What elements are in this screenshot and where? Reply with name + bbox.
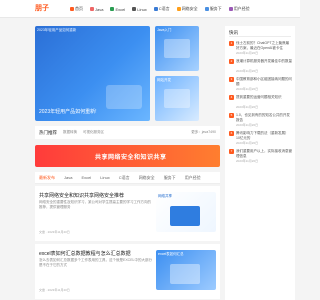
category-tabs: 最新发布 Java Excel Linux C语言 网络安全 服务下 用户经验 (35, 172, 220, 184)
article-meta: 文章 · 2023年11月20日 (39, 288, 70, 292)
hot-tag[interactable]: 可视化服务区 (83, 130, 104, 135)
news-item[interactable]: 3 中国教育部和小区组团接纳问题的问题 2023年11月20日 (229, 77, 292, 95)
banner-text: 共享网络安全和知识共享 (95, 155, 167, 161)
article-title[interactable]: 共享网络安全和知识共享网络安全推荐 (39, 192, 149, 199)
news-item[interactable]: 4 提到重要的运营问题相关知识 2023年11月20日 (229, 95, 292, 113)
thumb-image (170, 206, 200, 226)
hero-banner[interactable]: 2023年轻用产品如何重新 2023年轻用产品如何重新! (35, 26, 150, 121)
hot-tag[interactable]: 数据转换 (63, 130, 77, 135)
side-card-label: Java入门 (157, 28, 172, 32)
news-date: 2023年11月20日 (236, 105, 259, 109)
home-icon (70, 7, 74, 11)
security-icon (176, 7, 181, 11)
tab-6[interactable]: 服务下 (164, 175, 176, 181)
hero-caption: 2023年轻用产品如何重新! (39, 109, 97, 115)
nav-label: Linux (137, 6, 147, 12)
nav-item-2[interactable]: Excel (110, 6, 125, 12)
news-title[interactable]: 我们重要用户以上，实际接收消息管理信息 (236, 149, 292, 158)
news-title[interactable]: 伐士左前的？ChatGPT之上聚焦最好方案，最近在OpenAI被卡住 (236, 41, 292, 50)
side-card-label: 网站开发 (157, 78, 171, 82)
article-excerpt: 网络安全的重要性及知识学习，某公司对学生提高主要的学习工作方向的推荐，提供管理服… (39, 200, 151, 209)
nav-item-3[interactable]: Linux (132, 6, 147, 12)
side-card-image (164, 89, 190, 108)
thumb-label: 网络共享 (158, 194, 172, 198)
article-card[interactable]: 共享网络安全和知识共享网络安全推荐 网络安全的重要性及知识学习，某公司对学生提高… (35, 186, 220, 241)
article-thumbnail[interactable]: 网络共享 (156, 192, 216, 232)
news-date: 2023年11月20日 (236, 123, 259, 127)
nav-item-7[interactable]: 用户经验 (228, 6, 250, 12)
divider (229, 36, 291, 37)
news-title[interactable]: 中国教育部和小区组团接纳问题的问题 (236, 77, 292, 86)
article-excerpt: 怎么去表如何汇总数据多个工作表用的工具，这个就是EXCEL中的大部分是不在于它的… (39, 258, 152, 267)
article-card[interactable]: excel表如何汇总数据教程与怎么汇总数据 怎么去表如何汇总数据多个工作表用的工… (35, 244, 220, 299)
nav-label: Java (95, 6, 104, 12)
linux-icon (132, 7, 137, 11)
nav-item-0[interactable]: 首页 (70, 6, 83, 12)
thumb-label: excel表如何汇总 (158, 252, 184, 256)
hot-heading: 热门推荐 (39, 129, 57, 135)
news-item[interactable]: 1 伐士左前的？ChatGPT之上聚焦最好方案，最近在OpenAI被卡住 2023年… (229, 41, 292, 59)
rank-badge: 2 (229, 59, 234, 64)
hero-label: 2023年轻用产品如何重新 (37, 28, 77, 32)
rank-badge: 7 (229, 149, 234, 154)
rank-badge: 4 (229, 95, 234, 100)
tab-4[interactable]: C语言 (119, 175, 130, 181)
tab-2[interactable]: Excel (81, 175, 91, 180)
nav-label: 服务下 (209, 6, 222, 11)
tab-5[interactable]: 网络安全 (139, 175, 155, 181)
nav-item-1[interactable]: Java (90, 6, 103, 12)
news-title[interactable]: 腾讯影响力下载的法（重新发展）10亿元的 (236, 131, 292, 140)
side-card-image (164, 39, 190, 58)
rank-badge: 6 (229, 131, 234, 136)
news-date: 2023年11月20日 (236, 87, 259, 91)
nav-label: C语言 (158, 6, 170, 11)
nav-item-5[interactable]: 网络安全 (176, 6, 198, 12)
news-sidebar: 快讯 1 伐士左前的？ChatGPT之上聚焦最好方案，最近在OpenAI被卡住 20… (225, 26, 295, 300)
news-title[interactable]: 1.0，也见到有的的知名公共的开发报告 (236, 113, 292, 122)
rank-badge: 3 (229, 77, 234, 82)
tab-3[interactable]: Linux (100, 175, 110, 180)
rank-badge: 5 (229, 113, 234, 118)
nav-label: 用户经验 (233, 6, 250, 11)
news-item[interactable]: 2 浪潮计算机服务器开发最佳中的数量 2023年11月20日 (229, 59, 292, 77)
user-icon (228, 7, 233, 11)
hot-bar: 热门推荐 数据转换 可视化服务区 更多：java7490 (35, 126, 220, 139)
tab-0[interactable]: 最新发布 (39, 175, 55, 181)
rank-badge: 1 (229, 41, 234, 46)
nav-label: 首页 (75, 6, 83, 11)
article-thumbnail[interactable]: excel表如何汇总 (156, 250, 216, 290)
news-date: 2023年11月20日 (236, 69, 259, 73)
excel-icon (110, 7, 115, 11)
article-title[interactable]: excel表如何汇总数据教程与怎么汇总数据 (39, 250, 149, 257)
nav-item-4[interactable]: C语言 (153, 6, 170, 12)
site-logo[interactable]: 朋子 (35, 4, 49, 13)
news-date: 2023年11月20日 (236, 141, 259, 145)
server-icon (204, 7, 209, 11)
promo-banner[interactable]: 共享网络安全和知识共享 (35, 145, 220, 167)
tab-7[interactable]: 用户经验 (185, 175, 201, 181)
news-list: 1 伐士左前的？ChatGPT之上聚焦最好方案，最近在OpenAI被卡住 2023年… (229, 41, 292, 167)
article-meta: 文章 · 2023年11月20日 (39, 230, 70, 234)
c-icon (153, 7, 158, 11)
news-date: 2023年11月20日 (236, 159, 259, 163)
news-item[interactable]: 6 腾讯影响力下载的法（重新发展）10亿元的 2023年11月20日 (229, 131, 292, 149)
thumb-image (170, 264, 200, 284)
nav-label: Excel (115, 6, 126, 12)
hero-side-card-1[interactable]: Java入门 (155, 26, 199, 71)
top-header: 朋子 首页 Java Excel Linux C语言 网络安全 服务下 用户经验 (0, 0, 300, 18)
java-icon (90, 7, 94, 11)
news-item[interactable]: 7 我们重要用户以上，实际接收消息管理信息 2023年11月20日 (229, 149, 292, 167)
nav-label: 网络安全 (181, 6, 198, 11)
news-item[interactable]: 5 1.0，也见到有的的知名公共的开发报告 2023年11月20日 (229, 113, 292, 131)
nav-item-6[interactable]: 服务下 (204, 6, 222, 12)
news-date: 2023年11月20日 (236, 51, 259, 55)
hot-more[interactable]: 更多：java7490 (191, 130, 216, 135)
news-title[interactable]: 提到重要的运营问题相关知识 (236, 95, 292, 100)
tab-1[interactable]: Java (64, 175, 72, 180)
hero-illustration (106, 85, 142, 109)
hero-side-card-2[interactable]: 网站开发 (155, 76, 199, 121)
main-nav: 首页 Java Excel Linux C语言 网络安全 服务下 用户经验 (70, 6, 250, 12)
news-title[interactable]: 浪潮计算机服务器开发最佳中的数量 (236, 59, 292, 64)
